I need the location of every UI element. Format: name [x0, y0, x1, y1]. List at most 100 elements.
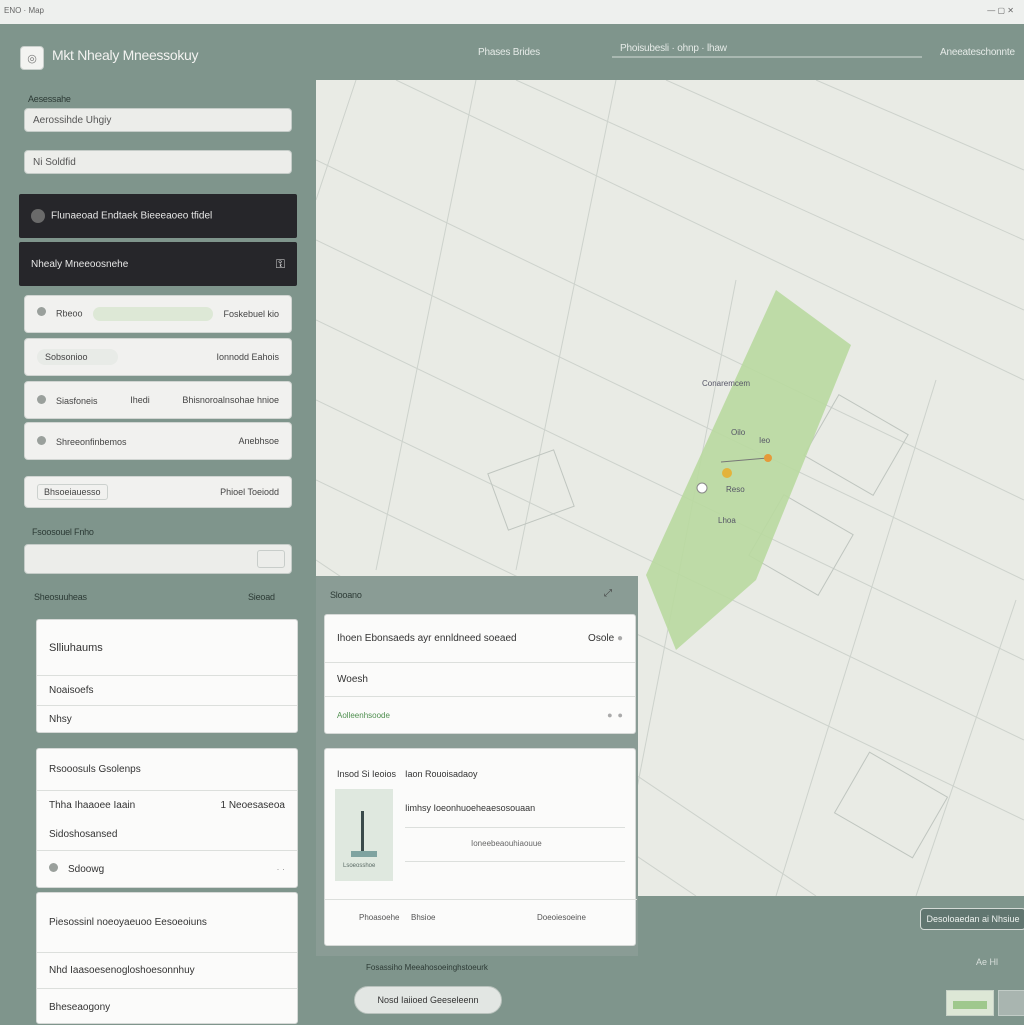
card-row: Noaisoefs [37, 676, 297, 706]
info-card-thumbnail[interactable]: Lsoeosshoe [335, 789, 393, 881]
app-title: Mkt Nhealy Mneessokuy [52, 47, 199, 63]
input-label: Fsoosouel Fnho [32, 527, 94, 537]
location-marker-icon[interactable] [696, 482, 708, 494]
card-row: Bheseaogony [49, 1001, 111, 1013]
card-row-right: 1 Neoesaseoa [220, 799, 286, 811]
list-item-3-left: Siasfoneis [56, 395, 98, 406]
card-row-left: Thha Ihaaoee Iaain [49, 799, 136, 811]
tower-icon [361, 811, 364, 851]
status-dot-icon [37, 435, 46, 445]
filter-input[interactable]: Ni Soldfid [24, 150, 292, 174]
map-label-3: Ieo [759, 436, 771, 445]
card-footer: Sdoowg [68, 864, 105, 875]
detail-card[interactable]: Ihoen Ebonsaeds ayr ennldneed soeaed Oso… [324, 614, 636, 734]
card-subtitle: Sidoshosansed [37, 819, 297, 851]
list-item-2-right: Ionnodd Eahois [216, 352, 279, 362]
map-label-4: Reso [726, 485, 745, 494]
list-item-3[interactable]: Siasfoneis Ihedi Bhisnoroalnsohae hnioe [24, 381, 292, 419]
card-title: Slliuhaums [37, 620, 297, 676]
list-item-1-left: Rbeoo [56, 308, 83, 319]
list-item-4-left: Shreeonfinbemos [56, 436, 127, 447]
card-row: Nhsy [49, 713, 72, 725]
list-item-2-left: Sobsonioo [37, 349, 118, 365]
park-area[interactable] [646, 290, 851, 650]
info-card-label-left: Insod Si Ieoios [337, 769, 397, 779]
sidebar-dark-item-1-label: Flunaeoad Endtaek Bieeeaoeo tfidel [51, 210, 213, 222]
summary-row[interactable]: Bhsoeiauesso Phioel Toeiodd [24, 476, 292, 508]
search-input[interactable]: Aerossihde Uhgiy [24, 108, 292, 132]
list-item-4[interactable]: Shreeonfinbemos Anebhsoe [24, 422, 292, 460]
map-label-1: Conaremcem [702, 379, 751, 388]
detail-card-title: Ihoen Ebonsaeds ayr ennldneed soeaed [337, 633, 517, 644]
detail-card-title-right: Osole [588, 633, 615, 644]
info-card-label-right: Iaon Rouoisadaoy [405, 769, 478, 779]
download-button-label: Desoloaedan ai [926, 914, 990, 924]
middle-header: Slooano [330, 590, 362, 600]
divider [325, 899, 637, 900]
tower-base-icon [351, 851, 377, 857]
expand-icon[interactable]: ⤢ [604, 588, 612, 599]
info-card-line-1: Iimhsy Ioeonhuoeheaesosouaan [405, 803, 536, 813]
input-action-button[interactable] [257, 550, 285, 568]
map-pin-icon[interactable] [764, 454, 772, 462]
pager-dots-icon[interactable]: ● ● [607, 710, 623, 720]
list-item-1[interactable]: Rbeoo Foskebuel kio [24, 295, 292, 333]
list-item-3-mid: Ihedi [130, 395, 150, 405]
info-card-line-2: Ioneebeaouhiaouue [471, 839, 542, 848]
card-title: Piesossinl noeoyaeuoo Eesoeoiuns [37, 893, 297, 953]
header-divider [612, 56, 922, 58]
more-icon[interactable]: · · [277, 864, 286, 874]
filter-input-value: Ni Soldfid [33, 156, 76, 168]
divider [405, 861, 625, 862]
result-card-1[interactable]: Slliuhaums Noaisoefs Nhsy [36, 619, 298, 733]
primary-action-label: Nosd Iaiioed Geeseleenn [377, 995, 479, 1005]
summary-left: Bhsoeiauesso [37, 484, 108, 500]
text-input[interactable] [24, 544, 292, 574]
header-link-1[interactable]: Phases Brides [478, 47, 540, 58]
sidebar-dark-item-2-label: Nhealy Mneeoosnehe [31, 258, 129, 270]
list-item-3-right: Bhisnoroalnsohae hnioe [182, 395, 279, 405]
result-card-3[interactable]: Piesossinl noeoyaeuoo Eesoeoiuns Nhd Iaa… [36, 892, 298, 1024]
header-link-2[interactable]: Phoisubesli · ohnp · lhaw [620, 43, 727, 54]
info-card-footer-1[interactable]: Phoasoehe [359, 913, 399, 922]
card-title: Rsooosuls Gsolenps [37, 749, 297, 791]
sidebar-dark-item-1[interactable]: Flunaeoad Endtaek Bieeeaoeo tfidel [19, 194, 297, 238]
divider [405, 827, 625, 828]
detail-card-link[interactable]: Aolleenhsoode [337, 711, 390, 720]
bottom-caption: Fosassiho Meeahosoeinghstoeurk [366, 963, 488, 972]
layers-button[interactable] [998, 990, 1024, 1016]
highlight-bar [92, 307, 213, 321]
lock-icon: ⚿ [275, 256, 285, 271]
lower-left-header: Sheosuuheas [34, 592, 87, 602]
thumbnail-caption: Lsoeosshoe [343, 863, 376, 869]
minimap-thumbnail[interactable] [946, 990, 994, 1016]
header-link-3[interactable]: Aneeateschonnte [940, 47, 1015, 58]
browser-top-bar: ENO · Map — ▢ ✕ [0, 0, 1024, 25]
card-row: Nhd Iaasoesenogloshoesonnhuy [37, 953, 297, 989]
result-card-2[interactable]: Rsooosuls Gsolenps Thha Ihaaoee Iaain 1 … [36, 748, 298, 888]
map-label-2: Oilo [731, 428, 746, 437]
info-card-footer-3[interactable]: Doeoiesoeine [537, 913, 586, 922]
map-pin-icon[interactable] [722, 468, 732, 478]
detail-card-row: Woesh [325, 663, 635, 697]
status-dot-icon [37, 394, 46, 404]
gear-icon [31, 209, 45, 223]
summary-right: Phioel Toeiodd [220, 487, 279, 497]
lower-left-header-right[interactable]: Sieoad [248, 592, 275, 602]
primary-action-button[interactable]: Nosd Iaiioed Geeseleenn [354, 986, 502, 1014]
info-card[interactable]: Insod Si Ieoios Iaon Rouoisadaoy Lsoeoss… [324, 748, 637, 946]
info-card-footer-2[interactable]: Bhsioe [411, 913, 435, 922]
sidebar-section-label: Aesessahe [28, 94, 71, 104]
corner-text: Ae Hl [976, 957, 999, 967]
download-button[interactable]: Desoloaedan ai Nhsiue [920, 908, 1024, 930]
window-controls[interactable]: — ▢ ✕ [987, 6, 1014, 15]
map-label-5: Lhoa [718, 516, 736, 525]
minimap-fill [953, 1001, 987, 1009]
sidebar-dark-item-2[interactable]: Nhealy Mneeoosnehe ⚿ [19, 242, 297, 286]
app-logo-icon[interactable]: ◎ [20, 46, 44, 70]
status-dot-icon [49, 863, 58, 872]
info-icon[interactable]: ● [617, 633, 623, 644]
list-item-1-right: Foskebuel kio [223, 309, 279, 319]
browser-tab[interactable]: ENO · Map [4, 6, 44, 15]
list-item-2[interactable]: Sobsonioo Ionnodd Eahois [24, 338, 292, 376]
